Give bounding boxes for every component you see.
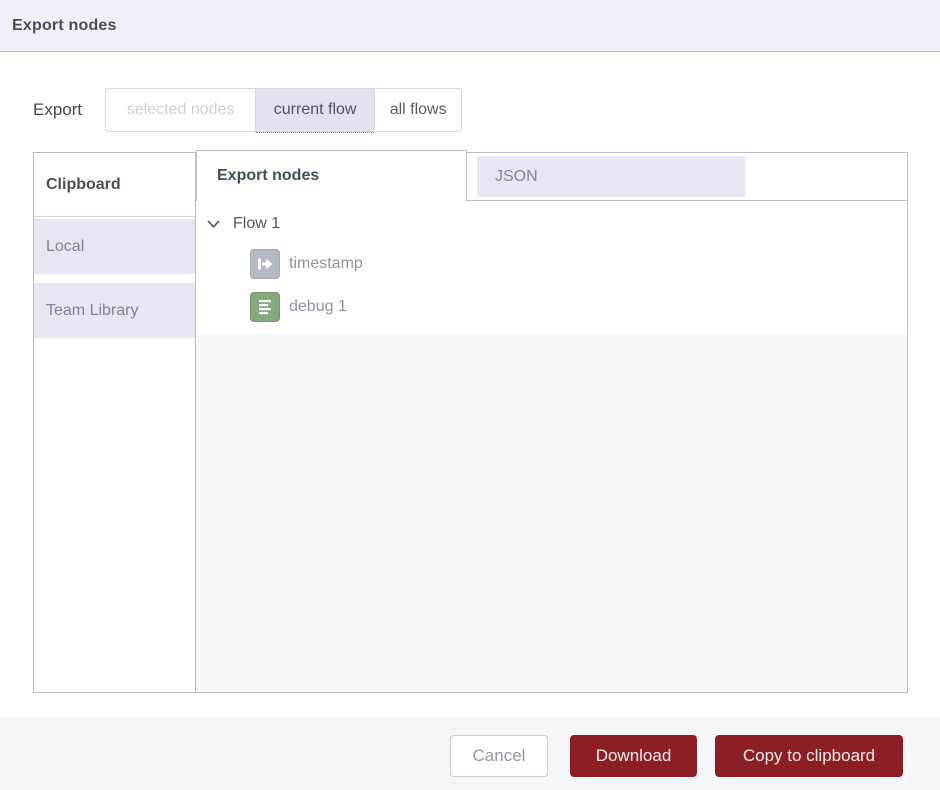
cancel-button[interactable]: Cancel — [450, 735, 548, 777]
tree-node-row-timestamp[interactable]: timestamp — [196, 242, 907, 285]
dialog-title: Export nodes — [12, 17, 117, 35]
dialog-footer: Cancel Download Copy to clipboard — [0, 717, 940, 790]
tab-export-nodes[interactable]: Export nodes — [196, 150, 467, 201]
download-button[interactable]: Download — [570, 735, 697, 777]
library-panel: Clipboard Local Team Library Export node… — [33, 152, 908, 693]
node-tree-rows: Flow 1 timestamp — [196, 201, 907, 334]
flow-label: Flow 1 — [233, 215, 280, 233]
export-option-selected-nodes[interactable]: selected nodes — [106, 89, 255, 131]
dialog-header: Export nodes — [0, 0, 940, 52]
sidebar-item-team-library[interactable]: Team Library — [34, 283, 195, 338]
node-label: debug 1 — [289, 298, 347, 316]
node-tree: Flow 1 timestamp — [196, 201, 907, 692]
export-scope-button-group: selected nodes current flow all flows — [105, 88, 462, 132]
copy-to-clipboard-button[interactable]: Copy to clipboard — [715, 735, 903, 777]
export-nodes-dialog: Export nodes Export selected nodes curre… — [0, 0, 940, 790]
export-option-all-flows[interactable]: all flows — [375, 89, 461, 131]
export-option-current-flow[interactable]: current flow — [255, 89, 375, 131]
chevron-down-icon[interactable] — [206, 220, 220, 229]
library-sidebar: Clipboard Local Team Library — [34, 153, 196, 692]
sidebar-header: Clipboard — [34, 153, 195, 217]
tab-bar: Export nodes JSON — [196, 153, 907, 201]
export-scope-label: Export — [33, 100, 82, 120]
inject-arrow-icon — [250, 249, 280, 279]
library-content: Export nodes JSON Flow 1 — [196, 153, 907, 692]
tab-json[interactable]: JSON — [477, 156, 745, 197]
sidebar-header-label: Clipboard — [46, 176, 121, 194]
tree-node-row-debug[interactable]: debug 1 — [196, 285, 907, 328]
export-scope-row: Export selected nodes current flow all f… — [33, 88, 462, 132]
sidebar-menu: Local Team Library — [34, 217, 195, 347]
tree-flow-row[interactable]: Flow 1 — [196, 206, 907, 242]
debug-lines-icon — [250, 292, 280, 322]
sidebar-item-local[interactable]: Local — [34, 219, 195, 274]
node-label: timestamp — [289, 255, 363, 273]
